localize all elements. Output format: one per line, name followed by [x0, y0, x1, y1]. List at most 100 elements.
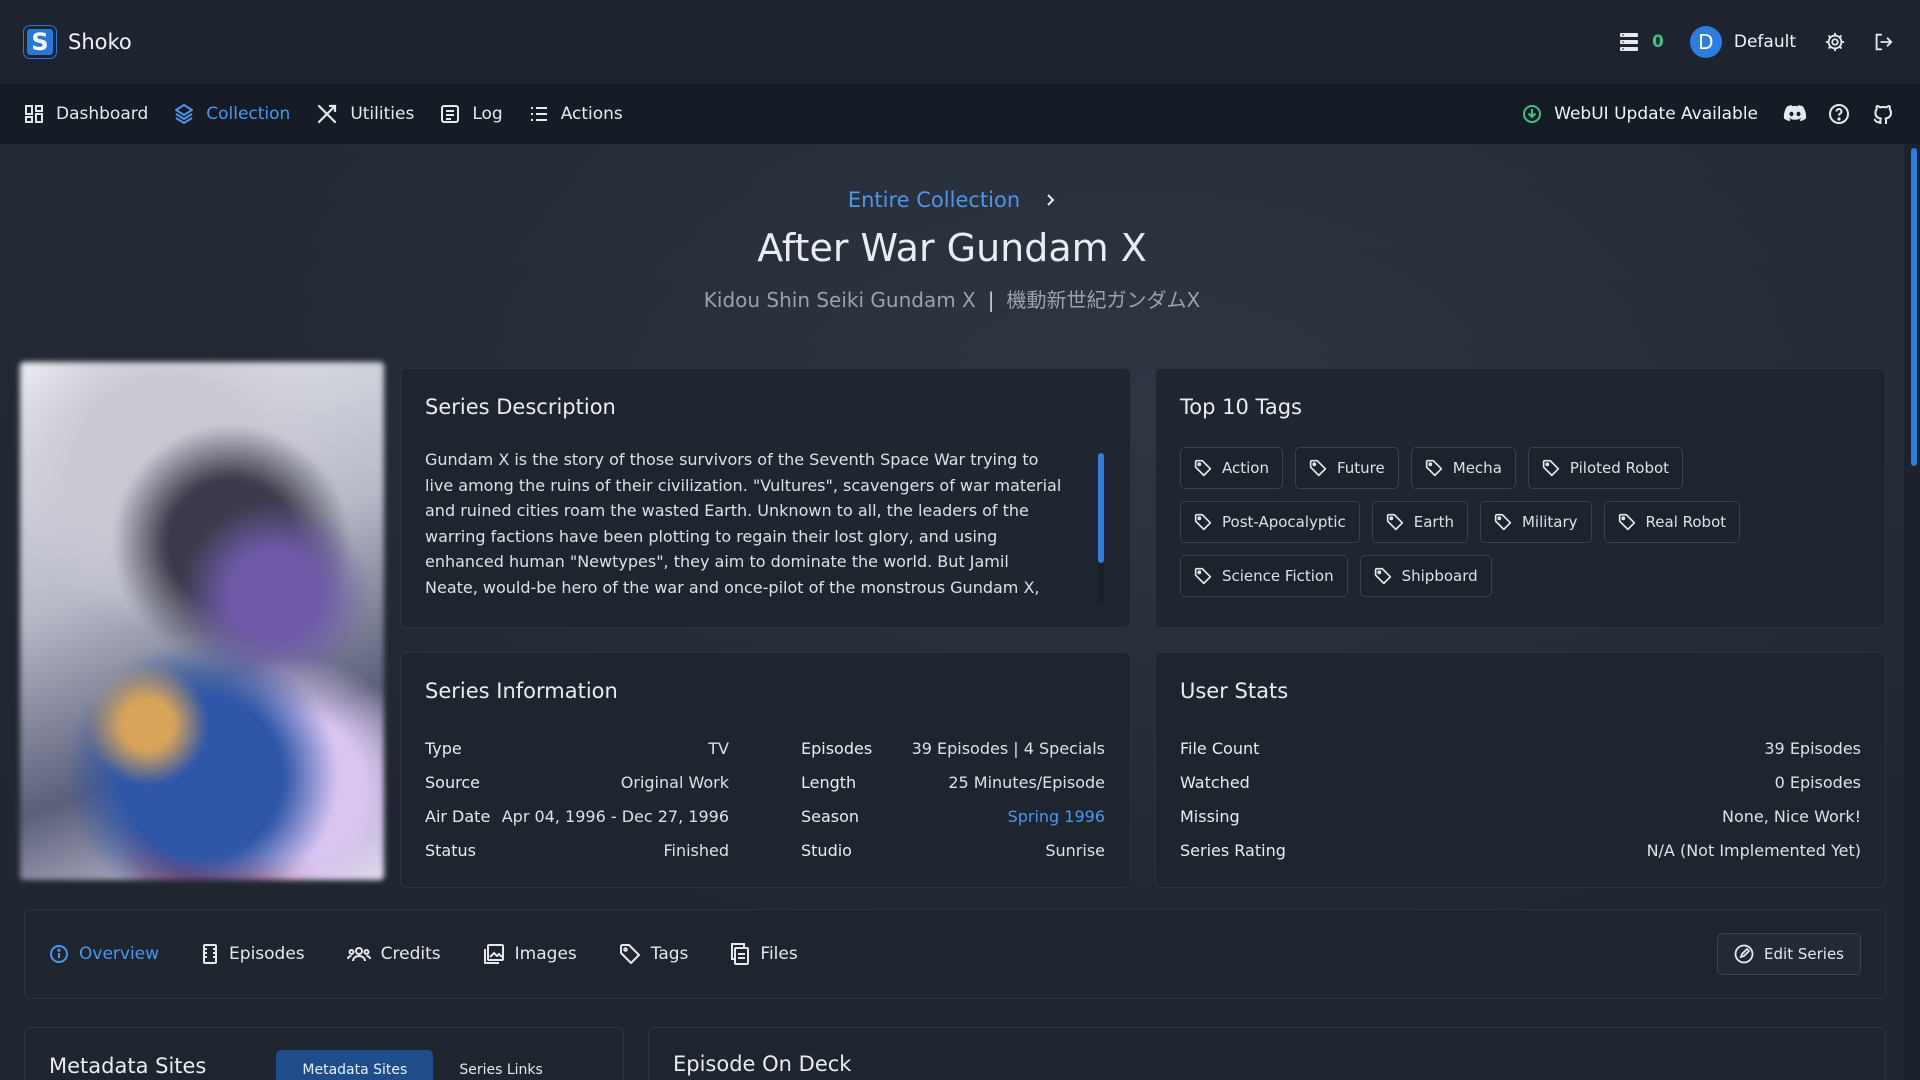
info-label: Length — [801, 772, 857, 792]
files-icon — [730, 943, 750, 965]
tag-chip[interactable]: Post-Apocalyptic — [1180, 501, 1360, 543]
queue-status[interactable]: 0 — [1618, 31, 1664, 53]
edit-series-label: Edit Series — [1764, 945, 1844, 963]
tab-metadata-sites[interactable]: Metadata Sites — [276, 1050, 434, 1080]
metadata-sites-title: Metadata Sites — [49, 1054, 207, 1078]
update-label: WebUI Update Available — [1554, 104, 1758, 124]
tag-chip[interactable]: Shipboard — [1359, 555, 1492, 597]
tab-overview[interactable]: Overview — [49, 944, 159, 964]
tag-chip[interactable]: Action — [1180, 447, 1283, 489]
info-label: Status — [425, 840, 476, 860]
romaji-title: Kidou Shin Seiki Gundam X — [703, 288, 976, 312]
chevron-right-icon — [1044, 193, 1056, 207]
tag-chip[interactable]: Earth — [1371, 501, 1468, 543]
nav-utilities-label: Utilities — [350, 104, 415, 124]
description-scrollbar[interactable] — [1098, 453, 1104, 603]
tab-episodes-label: Episodes — [229, 944, 305, 964]
tag-chip[interactable]: Mecha — [1410, 447, 1516, 489]
user-menu[interactable]: D Default — [1689, 26, 1796, 58]
info-row-air-date: Air Date Apr 04, 1996 - Dec 27, 1996 — [425, 799, 729, 833]
info-value: Finished — [663, 840, 729, 860]
stats-value: N/A (Not Implemented Yet) — [1646, 840, 1861, 860]
nav-log-label: Log — [472, 104, 503, 124]
nav-dashboard[interactable]: Dashboard — [24, 104, 148, 124]
edit-pencil-circle-icon — [1734, 944, 1754, 964]
description-scrollbar-thumb[interactable] — [1098, 453, 1104, 563]
tag-list: Action Future Mecha Piloted Robot Post-Apoca… — [1180, 447, 1800, 597]
main-nav: Dashboard Collection Utilities Log Actio… — [0, 84, 1920, 144]
info-value: 25 Minutes/Episode — [948, 772, 1105, 792]
webui-update-link[interactable]: WebUI Update Available — [1522, 104, 1758, 124]
tag-chip[interactable]: Piloted Robot — [1527, 447, 1684, 489]
tab-credits[interactable]: Credits — [346, 944, 441, 964]
tab-overview-label: Overview — [79, 944, 160, 964]
tab-series-links[interactable]: Series Links — [433, 1050, 568, 1080]
info-value: Original Work — [620, 772, 729, 792]
logout-icon[interactable] — [1870, 29, 1896, 55]
info-value: TV — [708, 738, 729, 758]
tag-label: Mecha — [1452, 459, 1502, 477]
info-row-type: Type TV — [425, 731, 729, 765]
tag-icon — [1194, 459, 1212, 477]
series-poster — [20, 362, 384, 880]
info-row-status: Status Finished — [425, 833, 729, 867]
film-strip-icon — [201, 944, 219, 964]
tag-icon — [1425, 459, 1443, 477]
tag-icon — [1374, 567, 1392, 585]
info-value: Sunrise — [1045, 840, 1105, 860]
top-tags-title: Top 10 Tags — [1180, 395, 1303, 419]
stats-value: 0 Episodes — [1774, 772, 1861, 792]
tag-icon — [1309, 459, 1327, 477]
nav-dashboard-label: Dashboard — [56, 104, 149, 124]
queue-count: 0 — [1652, 32, 1664, 52]
help-icon[interactable] — [1826, 101, 1852, 127]
nav-collection[interactable]: Collection — [174, 103, 290, 125]
tab-files[interactable]: Files — [730, 943, 798, 965]
info-column-left: Type TV Source Original Work Air Date Apr 0… — [425, 731, 729, 867]
tab-credits-label: Credits — [380, 944, 441, 964]
series-information-card: Series Information Type TV Source Original… — [400, 652, 1131, 888]
page-scrollbar-thumb[interactable] — [1911, 148, 1917, 466]
tag-label: Action — [1222, 459, 1269, 477]
user-stats-list: File Count 39 Episodes Watched 0 Episodes … — [1180, 731, 1861, 867]
metadata-sites-card: Metadata Sites Metadata Sites Series Lin… — [24, 1027, 624, 1080]
settings-gear-icon[interactable] — [1822, 29, 1848, 55]
episode-on-deck-title: Episode On Deck — [673, 1052, 852, 1076]
series-information-title: Series Information — [425, 679, 618, 703]
tag-icon — [1618, 513, 1636, 531]
tag-label: Piloted Robot — [1569, 459, 1670, 477]
utilities-icon — [316, 103, 338, 125]
tag-chip[interactable]: Military — [1479, 501, 1592, 543]
username: Default — [1733, 32, 1796, 52]
tab-images[interactable]: Images — [483, 943, 577, 965]
nav-log[interactable]: Log — [440, 104, 503, 124]
info-row-season: Season Spring 1996 — [801, 799, 1105, 833]
info-label: Air Date — [425, 806, 491, 826]
stats-label: Watched — [1180, 772, 1250, 792]
tag-chip[interactable]: Future — [1294, 447, 1399, 489]
season-link[interactable]: Spring 1996 — [1008, 807, 1105, 826]
actions-icon — [529, 104, 549, 124]
tab-episodes[interactable]: Episodes — [201, 944, 305, 964]
shoko-logo[interactable]: S — [24, 26, 56, 58]
breadcrumb-entire-collection[interactable]: Entire Collection — [848, 188, 1020, 212]
tab-tags[interactable]: Tags — [619, 943, 688, 965]
server-queue-icon — [1618, 31, 1640, 53]
alternate-titles: Kidou Shin Seiki Gundam X | 機動新世紀ガンダムX — [0, 284, 1904, 313]
nav-actions[interactable]: Actions — [529, 104, 623, 124]
info-column-right: Episodes 39 Episodes | 4 Specials Length 2… — [801, 731, 1105, 867]
series-description-text: Gundam X is the story of those survivors… — [425, 450, 1062, 597]
japanese-title: 機動新世紀ガンダムX — [1006, 288, 1201, 312]
nav-utilities[interactable]: Utilities — [316, 103, 414, 125]
discord-icon[interactable] — [1782, 101, 1808, 127]
edit-series-button[interactable]: Edit Series — [1717, 933, 1861, 975]
info-label: Studio — [801, 840, 852, 860]
tag-chip[interactable]: Real Robot — [1603, 501, 1741, 543]
image-icon — [483, 943, 505, 965]
github-icon[interactable] — [1870, 101, 1896, 127]
series-page: Entire Collection After War Gundam X Kid… — [0, 144, 1904, 1080]
user-stats-card: User Stats File Count 39 Episodes Watched… — [1155, 652, 1886, 888]
tag-chip[interactable]: Science Fiction — [1180, 555, 1348, 597]
tag-icon — [1194, 567, 1212, 585]
info-row-length: Length 25 Minutes/Episode — [801, 765, 1105, 799]
